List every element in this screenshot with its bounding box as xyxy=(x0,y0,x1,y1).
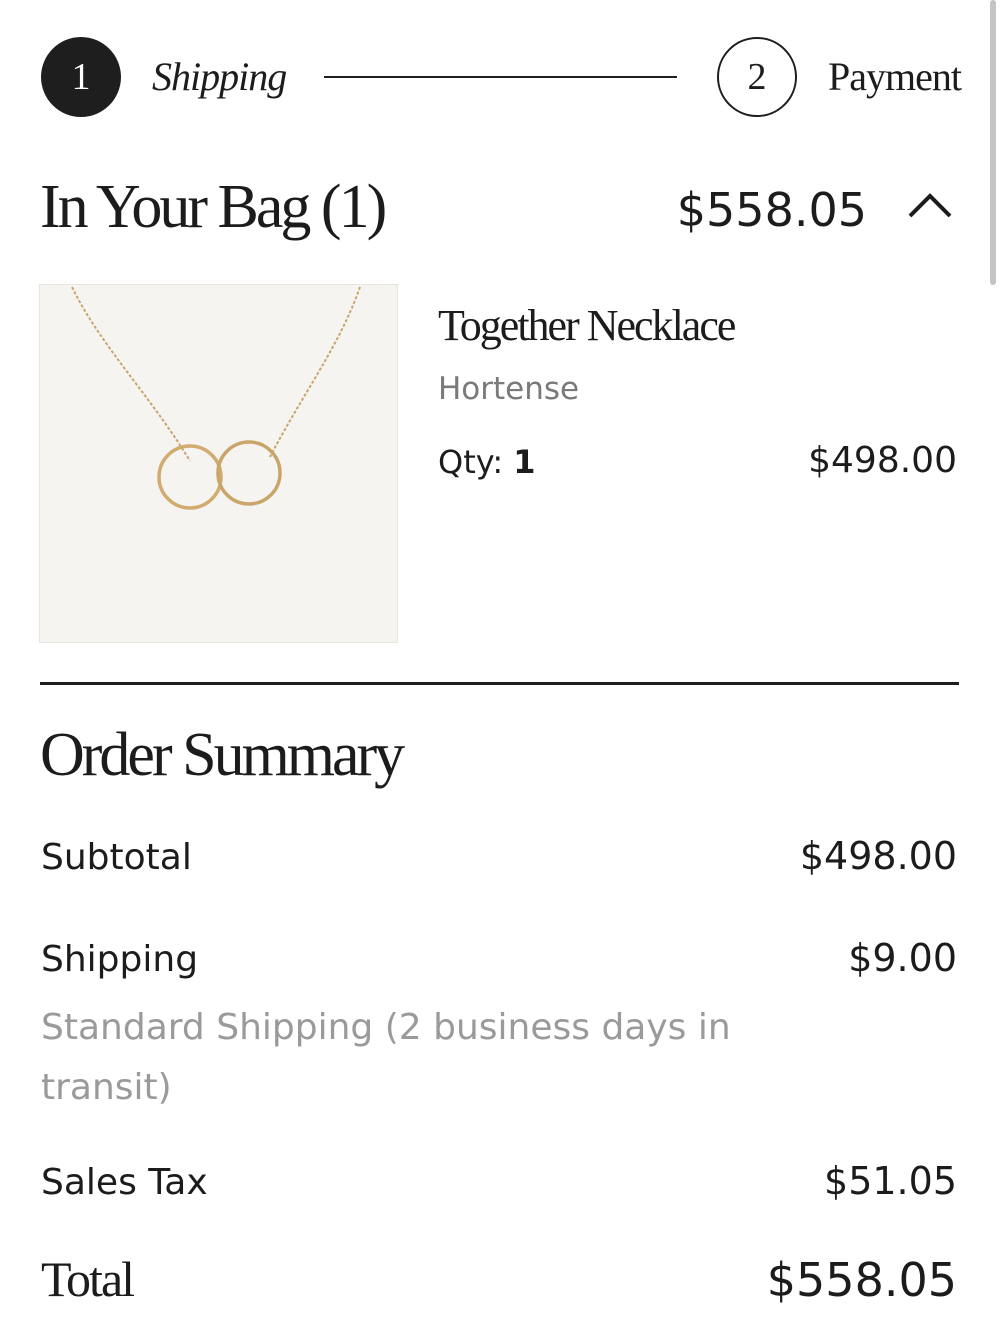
product-image[interactable] xyxy=(39,284,398,643)
qty-value: 1 xyxy=(513,443,536,481)
subtotal-value: $498.00 xyxy=(799,834,957,878)
subtotal-label: Subtotal xyxy=(41,837,192,878)
product-qty: Qty: 1 xyxy=(438,443,536,481)
bag-title: In Your Bag (1) xyxy=(40,173,387,241)
step-2-number[interactable]: 2 xyxy=(717,37,797,117)
step-1-number[interactable]: 1 xyxy=(41,37,121,117)
shipping-description: Standard Shipping (2 business days in tr… xyxy=(41,1007,731,1108)
necklace-image xyxy=(71,286,361,510)
total-value: $558.05 xyxy=(766,1253,957,1307)
qty-label: Qty: xyxy=(438,443,504,481)
sales-tax-value: $51.05 xyxy=(824,1159,957,1203)
bag-total: $558.05 xyxy=(676,183,867,237)
product-price: $498.00 xyxy=(808,440,957,481)
section-divider xyxy=(40,682,959,685)
product-brand: Hortense xyxy=(438,371,580,407)
step-1-label[interactable]: Shipping xyxy=(152,54,287,100)
chevron-up-icon xyxy=(908,193,952,218)
step-connector xyxy=(324,76,677,78)
order-summary-title: Order Summary xyxy=(40,721,405,789)
product-name[interactable]: Together Necklace xyxy=(438,300,736,352)
shipping-value: $9.00 xyxy=(848,936,957,980)
sales-tax-label: Sales Tax xyxy=(41,1162,208,1203)
shipping-label: Shipping xyxy=(41,939,199,980)
step-2-label[interactable]: Payment xyxy=(828,54,962,100)
total-label: Total xyxy=(41,1251,135,1307)
bag-collapse-button[interactable] xyxy=(904,186,956,226)
scrollbar[interactable] xyxy=(990,0,996,285)
